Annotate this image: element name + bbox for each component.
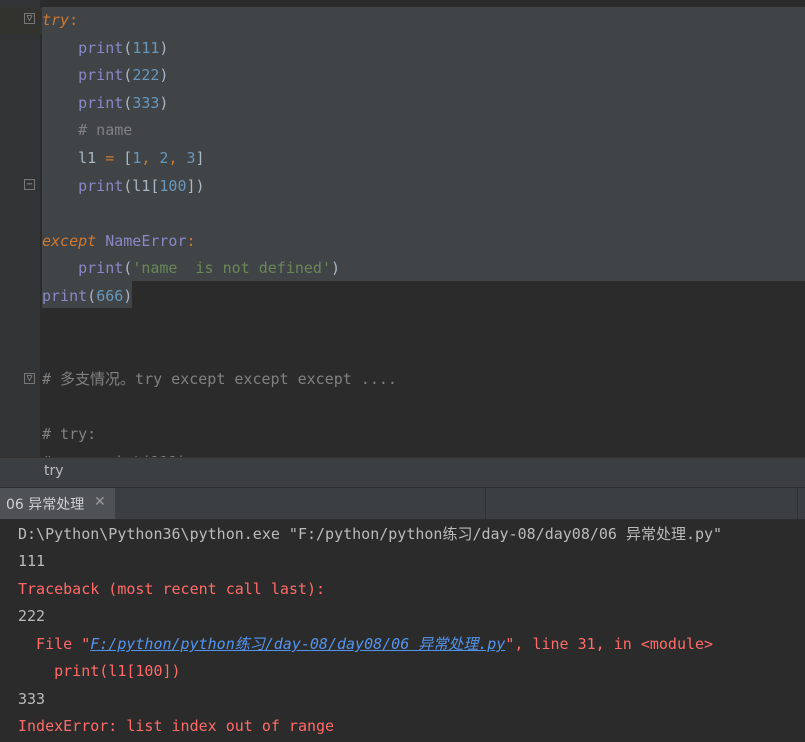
file-link[interactable]: F:/python/python练习/day-08/day08/06 异常处理.… bbox=[90, 635, 505, 653]
code-token: [ bbox=[123, 149, 133, 167]
code-token: 666 bbox=[96, 287, 124, 305]
code-editor[interactable]: ▽ − ▽ try: print(111) print(222) print(3… bbox=[0, 0, 805, 457]
tab-run-06[interactable]: 06 异常处理 ✕ bbox=[0, 488, 115, 520]
current-line-gutter bbox=[0, 7, 42, 34]
code-token: print bbox=[78, 66, 124, 85]
run-console[interactable]: D:\Python\Python36\python.exe "F:/python… bbox=[0, 519, 805, 742]
code-token: ( bbox=[123, 93, 133, 112]
code-token: # name bbox=[42, 121, 133, 140]
code-token: print bbox=[78, 38, 124, 57]
close-icon[interactable]: ✕ bbox=[94, 494, 106, 510]
code-token: ( bbox=[123, 38, 133, 57]
code-token: except bbox=[42, 231, 106, 250]
code-token: 111 bbox=[132, 38, 160, 57]
console-error: IndexError: list index out of range bbox=[18, 717, 335, 735]
code-token: ) bbox=[123, 287, 133, 305]
file-prefix: File " bbox=[18, 635, 91, 653]
code-token: 1 bbox=[132, 149, 142, 167]
code-token: ( bbox=[87, 287, 97, 305]
code-token: (l1[ bbox=[123, 176, 160, 195]
fold-collapse-icon[interactable]: ▽ bbox=[24, 373, 35, 384]
code-token: = bbox=[105, 149, 124, 167]
code-line[interactable]: print(111) bbox=[42, 35, 168, 62]
code-token: ( bbox=[123, 259, 133, 278]
code-line[interactable]: print(666) bbox=[42, 283, 132, 310]
console-output: 111 bbox=[18, 552, 46, 570]
code-token: : bbox=[69, 11, 79, 29]
code-token: # try: bbox=[42, 425, 97, 443]
code-token: # 多支情况。try except except except .... bbox=[42, 369, 397, 388]
code-token: ]) bbox=[186, 176, 205, 195]
console-output: 222 bbox=[18, 607, 46, 625]
console-output: 333 bbox=[18, 690, 46, 708]
code-token: 222 bbox=[132, 66, 160, 85]
editor-gutter bbox=[0, 0, 40, 457]
console-source-line: print(l1[100]) bbox=[18, 662, 181, 680]
code-line[interactable]: try: bbox=[42, 7, 78, 34]
code-token: 'name is not defined' bbox=[132, 259, 331, 278]
code-token: ] bbox=[195, 149, 205, 167]
code-token: ) bbox=[159, 38, 169, 57]
code-token: 100 bbox=[159, 176, 187, 195]
tab-label: 06 异常处理 bbox=[6, 497, 85, 513]
code-token: : bbox=[186, 231, 196, 250]
code-token: ) bbox=[331, 259, 341, 278]
code-token: print bbox=[78, 93, 124, 112]
divider bbox=[485, 488, 486, 520]
code-token: print bbox=[42, 287, 88, 305]
console-command: D:\Python\Python36\python.exe "F:/python… bbox=[18, 525, 723, 543]
code-line[interactable]: except NameError: bbox=[42, 228, 196, 255]
code-token: , bbox=[141, 149, 160, 167]
divider bbox=[797, 488, 798, 520]
code-line[interactable]: # print(111) bbox=[42, 449, 187, 457]
code-token: ( bbox=[123, 66, 133, 85]
code-token: try bbox=[42, 11, 70, 29]
run-tab-bar: 06 异常处理 ✕ bbox=[0, 487, 805, 520]
code-token: 3 bbox=[186, 149, 196, 167]
code-line[interactable]: print(222) bbox=[42, 62, 168, 89]
code-line[interactable]: # 多支情况。try except except except .... bbox=[42, 366, 397, 393]
breadcrumb[interactable]: try bbox=[0, 457, 805, 487]
file-suffix: ", line 31, in <module> bbox=[505, 635, 714, 653]
code-token: ) bbox=[159, 66, 169, 85]
code-line[interactable]: print(333) bbox=[42, 90, 168, 117]
code-lines[interactable]: try: print(111) print(222) print(333) # … bbox=[42, 0, 805, 457]
console-traceback: Traceback (most recent call last): bbox=[18, 580, 326, 598]
code-token: ) bbox=[159, 93, 169, 112]
code-line[interactable]: print('name is not defined') bbox=[42, 255, 340, 282]
code-line[interactable]: # try: bbox=[42, 421, 96, 448]
code-line[interactable]: print(l1[100]) bbox=[42, 173, 205, 200]
code-line[interactable]: # name bbox=[42, 117, 132, 144]
fold-collapse-icon[interactable]: ▽ bbox=[24, 13, 35, 24]
fold-end-icon[interactable]: − bbox=[24, 179, 35, 190]
code-token: l1 bbox=[42, 149, 106, 167]
code-token: NameError bbox=[105, 231, 187, 250]
breadcrumb-item[interactable]: try bbox=[44, 463, 64, 479]
code-token: , bbox=[168, 149, 187, 167]
code-token: print bbox=[78, 176, 124, 195]
console-file-line: File "F:/python/python练习/day-08/day08/06… bbox=[18, 631, 713, 658]
code-line[interactable]: l1 = [1, 2, 3] bbox=[42, 145, 205, 172]
code-token: 333 bbox=[132, 93, 160, 112]
code-token: print bbox=[78, 259, 124, 278]
